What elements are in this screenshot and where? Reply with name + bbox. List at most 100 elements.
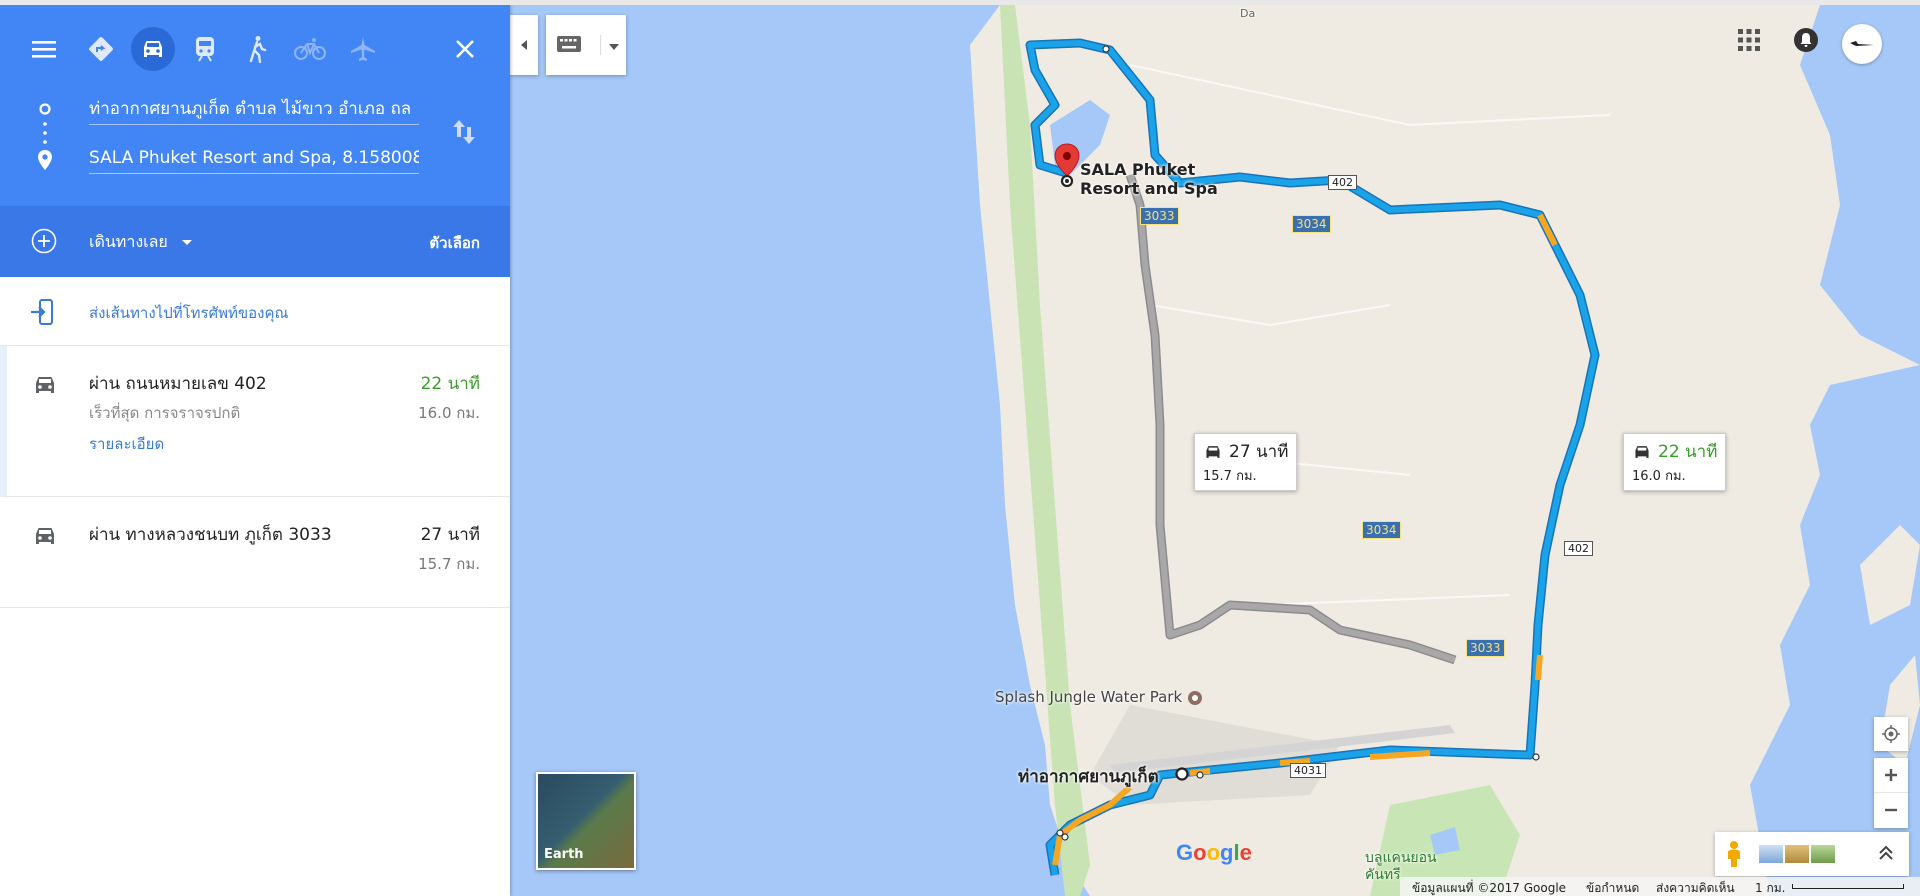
dropdown-arrow-icon	[181, 239, 192, 245]
depart-now-dropdown[interactable]: เดินทางเลย	[89, 230, 193, 255]
expand-button[interactable]	[1879, 845, 1893, 865]
my-location-button[interactable]	[1874, 717, 1908, 751]
zoom-out-button[interactable]	[1874, 793, 1908, 827]
route-details-link[interactable]: รายละเอียด	[89, 432, 164, 456]
route-name: ผ่าน ถนนหมายเลข 402	[89, 374, 267, 394]
route-callout-primary[interactable]: 22 นาที 16.0 กม.	[1623, 433, 1727, 491]
map-footer: ข้อมูลแผนที่ ©2017 Google ข้อกำหนด ส่งคว…	[1400, 877, 1920, 896]
avatar-image-icon	[1850, 41, 1874, 46]
mode-transit-button[interactable]	[183, 27, 227, 71]
pegman-icon	[1728, 841, 1740, 867]
bicycle-icon	[294, 38, 326, 60]
route-callout-alt[interactable]: 27 นาที 15.7 กม.	[1194, 433, 1298, 491]
route-subtitle: เร็วที่สุด การจราจรปกติ	[89, 404, 241, 422]
mode-walking-button[interactable]	[235, 27, 279, 71]
area-label-line1: บลูแคนยอน	[1365, 850, 1437, 866]
add-destination-icon[interactable]	[31, 228, 57, 254]
bottom-right-toolbar	[1715, 832, 1909, 876]
callout-distance: 15.7 กม.	[1203, 469, 1257, 484]
car-icon	[1635, 445, 1649, 458]
route-distance: 15.7 กม.	[418, 555, 480, 573]
route-dots-icon	[43, 122, 47, 144]
collapse-panel-button[interactable]	[510, 15, 538, 75]
mode-best-button[interactable]	[79, 27, 123, 71]
plane-icon	[351, 37, 375, 61]
road-shield: 3033	[1140, 207, 1179, 225]
origin-map-label[interactable]: ท่าอากาศยานภูเก็ต	[1018, 763, 1159, 790]
route-option-2[interactable]: ผ่าน ทางหลวงชนบท ภูเก็ต 3033 27 นาที 15.…	[0, 497, 510, 608]
avatar[interactable]	[1842, 24, 1882, 64]
send-to-phone-row[interactable]: ส่งเส้นทางไปที่โทรศัพท์ของคุณ	[0, 277, 510, 346]
directions-panel: ท่าอากาศยานภูเก็ต ตำบล ไม้ขาว อำเภอ ถล S…	[0, 5, 510, 896]
scale-label: 1 กม.	[1755, 881, 1786, 895]
feedback-link[interactable]: ส่งความคิดเห็น	[1656, 879, 1735, 896]
traffic-segment	[1535, 654, 1543, 681]
mode-flight-button[interactable]	[341, 27, 385, 71]
swap-icon	[453, 120, 475, 144]
close-button[interactable]	[443, 27, 487, 71]
mode-cycling-button[interactable]	[288, 27, 332, 71]
top-edge	[0, 0, 1920, 5]
road-shield: 3033	[1466, 639, 1505, 657]
google-logo: Google	[1176, 840, 1252, 865]
options-button[interactable]: ตัวเลือก	[429, 231, 480, 255]
top-road-label: Da	[1240, 7, 1256, 20]
imagery-thumbnail[interactable]	[1811, 845, 1835, 863]
map-canvas[interactable]: SALA Phuket Resort and Spa ท่าอากาศยานภู…	[510, 5, 1920, 896]
origin-marker-icon	[39, 103, 51, 115]
callout-time: 27 นาที	[1229, 442, 1289, 462]
road-shield: 3034	[1362, 521, 1401, 539]
depart-now-label: เดินทางเลย	[89, 232, 168, 251]
bell-icon	[1794, 28, 1818, 52]
road-shield: 3034	[1292, 215, 1331, 233]
street-view-pegman-button[interactable]	[1725, 840, 1743, 872]
menu-icon	[32, 41, 56, 58]
origin-input[interactable]: ท่าอากาศยานภูเก็ต ตำบล ไม้ขาว อำเภอ ถล	[89, 94, 419, 125]
send-to-device-icon	[31, 299, 53, 325]
destination-pin-icon	[38, 150, 52, 170]
menu-button[interactable]	[22, 27, 66, 71]
destination-label-line1: SALA Phuket	[1080, 160, 1196, 179]
plus-icon	[1885, 769, 1897, 781]
earth-view-toggle[interactable]: Earth	[536, 772, 636, 870]
route-option-1[interactable]: ผ่าน ถนนหมายเลข 402 22 นาที เร็วที่สุด ก…	[0, 346, 510, 497]
route-duration: 22 นาที	[420, 374, 480, 394]
origin-marker-icon[interactable]	[1174, 766, 1190, 782]
notifications-button[interactable]	[1793, 27, 1819, 57]
apps-button[interactable]	[1738, 29, 1760, 55]
chevron-left-icon	[521, 40, 527, 50]
destination-pin-icon[interactable]	[1052, 143, 1082, 187]
zoom-in-button[interactable]	[1874, 758, 1908, 793]
road-shield: 402	[1564, 541, 1593, 556]
keyboard-button[interactable]	[556, 35, 582, 57]
send-to-phone-link[interactable]: ส่งเส้นทางไปที่โทรศัพท์ของคุณ	[89, 301, 288, 325]
map-data-attribution: ข้อมูลแผนที่ ©2017 Google	[1412, 881, 1567, 895]
car-icon	[1206, 445, 1220, 458]
dropdown-arrow-icon	[609, 44, 619, 50]
zoom-control	[1874, 758, 1908, 828]
input-tools-dropdown[interactable]	[600, 35, 625, 55]
crosshair-icon	[1882, 725, 1900, 743]
car-icon	[144, 41, 162, 57]
swap-button[interactable]	[451, 117, 477, 151]
poi-icon	[1187, 690, 1202, 705]
destination-input[interactable]: SALA Phuket Resort and Spa, 8.158008	[89, 143, 419, 174]
car-icon	[36, 377, 54, 393]
input-tools-control	[546, 15, 626, 75]
poi-label[interactable]: Splash Jungle Water Park	[995, 688, 1203, 706]
diamond-directions-icon	[89, 37, 113, 61]
route-distance: 16.0 กม.	[418, 404, 480, 422]
destination-label-line2: Resort and Spa	[1080, 179, 1218, 198]
route-name: ผ่าน ทางหลวงชนบท ภูเก็ต 3033	[89, 525, 332, 545]
options-bar: เดินทางเลย ตัวเลือก	[0, 206, 510, 277]
mode-driving-button[interactable]	[131, 27, 175, 71]
destination-map-label[interactable]: SALA Phuket Resort and Spa	[1080, 160, 1218, 198]
close-icon	[456, 40, 474, 58]
imagery-thumbnail[interactable]	[1785, 845, 1809, 863]
callout-time: 22 นาที	[1658, 442, 1718, 462]
imagery-thumbnail[interactable]	[1759, 845, 1783, 863]
car-icon	[36, 528, 54, 544]
terms-link[interactable]: ข้อกำหนด	[1586, 879, 1639, 896]
travel-mode-bar	[0, 23, 510, 79]
directions-header: ท่าอากาศยานภูเก็ต ตำบล ไม้ขาว อำเภอ ถล S…	[0, 5, 510, 206]
